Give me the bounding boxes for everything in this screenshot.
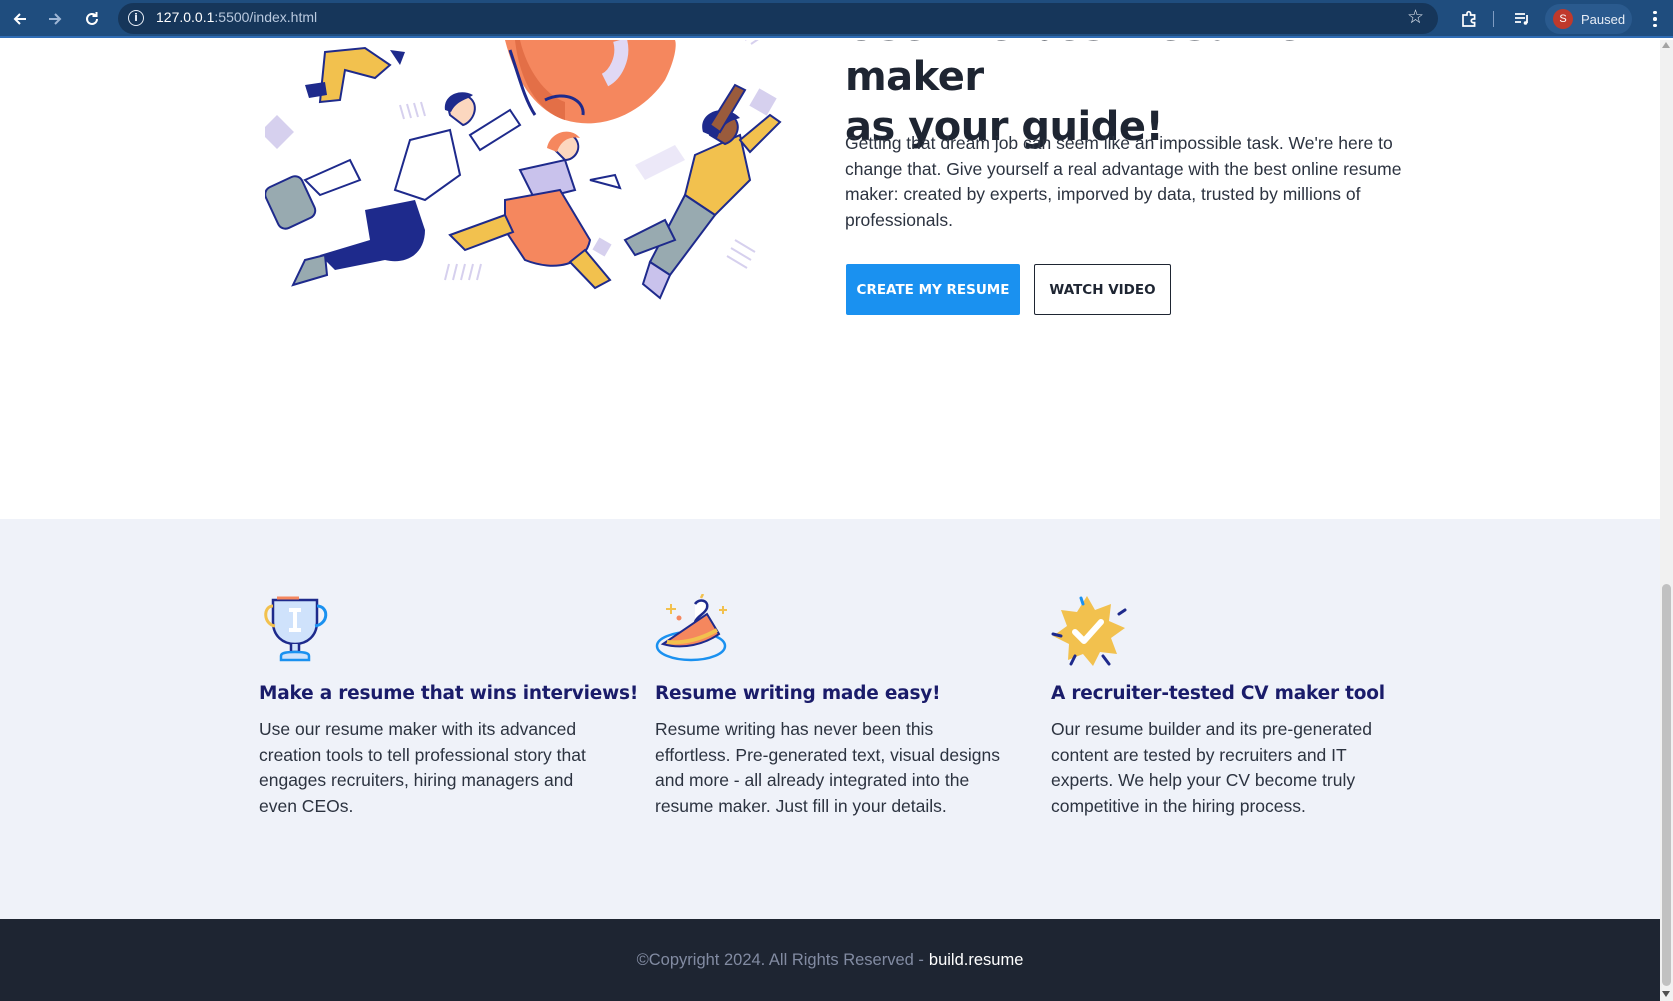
forward-button[interactable]	[39, 0, 71, 38]
bookmark-star-icon[interactable]: ☆	[1407, 6, 1424, 28]
hero-title-line1: Use the best resume maker	[845, 40, 1303, 100]
hero-illustration	[265, 40, 782, 300]
avatar: S	[1553, 9, 1573, 29]
profile-button[interactable]: S Paused	[1545, 4, 1632, 34]
feature-title: A recruiter-tested CV maker tool	[1051, 683, 1385, 704]
reload-icon	[86, 12, 98, 25]
extensions-button[interactable]	[1455, 0, 1483, 38]
puzzle-icon	[1462, 10, 1476, 27]
browser-menu-icon[interactable]	[1645, 0, 1665, 38]
footer-brand-link[interactable]: build.resume	[929, 951, 1023, 970]
features-section: Make a resume that wins interviews! Use …	[0, 519, 1660, 919]
reload-button[interactable]	[76, 0, 108, 38]
media-control-button[interactable]	[1508, 0, 1536, 38]
profile-status: Paused	[1581, 11, 1626, 27]
feature-text: Our resume builder and its pre-generated…	[1051, 719, 1373, 816]
url-text: 127.0.0.1:5500/index.html	[156, 9, 318, 25]
feature-text: Resume writing has never been this effor…	[655, 719, 1001, 816]
create-resume-button[interactable]: CREATE MY RESUME	[846, 264, 1020, 315]
scroll-down-arrow-icon[interactable]	[1662, 991, 1670, 997]
copyright-text: ©Copyright 2024. All Rights Reserved -	[636, 950, 924, 969]
verified-badge-icon	[1051, 596, 1127, 666]
feature-text: Use our resume maker with its advanced c…	[259, 719, 586, 816]
toolbar-separator	[1493, 11, 1494, 27]
scrollbar-thumb[interactable]	[1662, 584, 1671, 986]
arrow-left-icon	[13, 13, 26, 25]
hero-description: Getting that dream job can seem like an …	[845, 133, 1402, 230]
trophy-icon	[264, 596, 328, 662]
browser-toolbar: i 127.0.0.1:5500/index.html ☆ S Paused	[0, 0, 1673, 38]
cake-slice-icon	[655, 594, 727, 662]
address-bar[interactable]: i 127.0.0.1:5500/index.html ☆	[118, 3, 1438, 34]
feature-title: Make a resume that wins interviews!	[259, 683, 639, 704]
footer: ©Copyright 2024. All Rights Reserved - b…	[0, 919, 1660, 1001]
page-viewport: Use the best resume maker as your guide!…	[0, 40, 1660, 1001]
playlist-icon	[1515, 13, 1528, 25]
arrow-right-icon	[49, 13, 62, 25]
site-info-icon[interactable]: i	[128, 10, 144, 26]
watch-video-button[interactable]: WATCH VIDEO	[1034, 264, 1171, 315]
page-scrollbar[interactable]	[1660, 40, 1673, 1001]
feature-title: Resume writing made easy!	[655, 683, 941, 704]
scroll-up-arrow-icon[interactable]	[1662, 42, 1670, 48]
back-button[interactable]	[4, 0, 36, 38]
